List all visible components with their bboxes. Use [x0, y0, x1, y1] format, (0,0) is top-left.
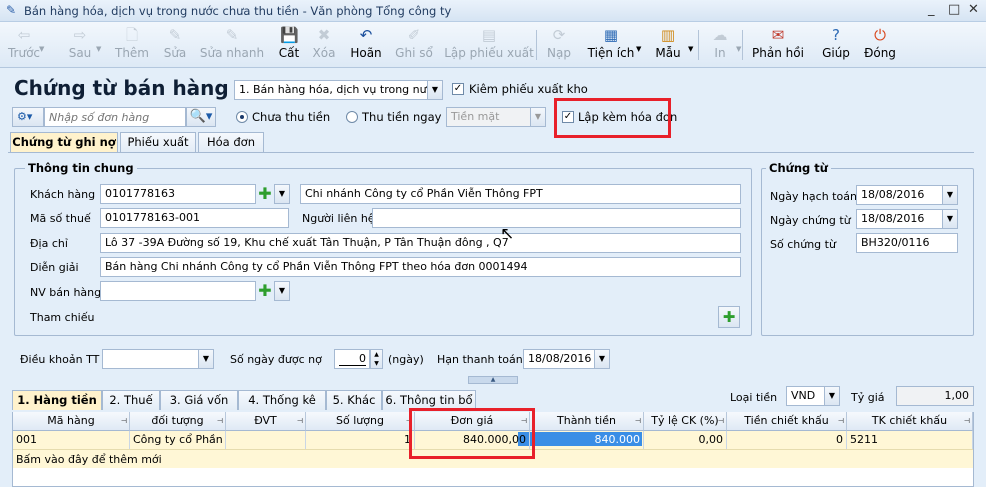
table-cell-ma-hang[interactable]: 001 — [13, 431, 130, 449]
table-cell-so-luong[interactable]: 1 — [306, 431, 415, 449]
column-header-label: Tiền chiết khấu — [744, 414, 829, 427]
pin-icon[interactable]: ⊣ — [217, 412, 223, 430]
column-header-label: Mã hàng — [47, 414, 95, 427]
table-cell-thanh-tien[interactable]: 840.000 — [530, 431, 644, 449]
pin-icon[interactable]: ⊣ — [297, 412, 303, 430]
column-header-label: ĐVT — [254, 414, 277, 427]
pin-icon[interactable]: ⊣ — [121, 412, 127, 430]
table-cell-dvt[interactable] — [226, 431, 306, 449]
column-header[interactable]: Thành tiền ⊣ — [530, 412, 644, 431]
pin-icon[interactable]: ⊣ — [838, 412, 844, 430]
column-header-label: Thành tiền — [557, 414, 616, 427]
highlight-box — [409, 408, 535, 459]
column-header[interactable]: đối tượng ⊣ — [130, 412, 226, 431]
add-row-hint[interactable]: Bấm vào đây để thêm mới — [16, 453, 162, 466]
table-cell-tien-ck[interactable]: 0 — [727, 431, 847, 449]
pin-icon[interactable]: ⊣ — [635, 412, 641, 430]
column-header-label: đối tượng — [151, 414, 204, 427]
table-cell-tk-ck[interactable]: 5211 — [847, 431, 973, 449]
pin-icon[interactable]: ⊣ — [718, 412, 724, 430]
pin-icon[interactable]: ⊣ — [964, 412, 970, 430]
column-header-label: TK chiết khấu — [871, 414, 948, 427]
column-header-label: Số lượng — [336, 414, 384, 427]
column-header[interactable]: ĐVT ⊣ — [226, 412, 306, 431]
table-cell-ty-le-ck[interactable]: 0,00 — [644, 431, 727, 449]
column-header[interactable]: Tỷ lệ CK (%) ⊣ — [644, 412, 727, 431]
column-header[interactable]: TK chiết khấu ⊣ — [847, 412, 973, 431]
column-header-label: Tỷ lệ CK (%) — [651, 414, 719, 427]
column-header[interactable]: Tiền chiết khấu ⊣ — [727, 412, 847, 431]
column-header[interactable]: Số lượng ⊣ — [306, 412, 415, 431]
column-header[interactable]: Mã hàng ⊣ — [13, 412, 130, 431]
table-cell-doi-tuong[interactable]: Công ty cổ Phần — [130, 431, 226, 449]
